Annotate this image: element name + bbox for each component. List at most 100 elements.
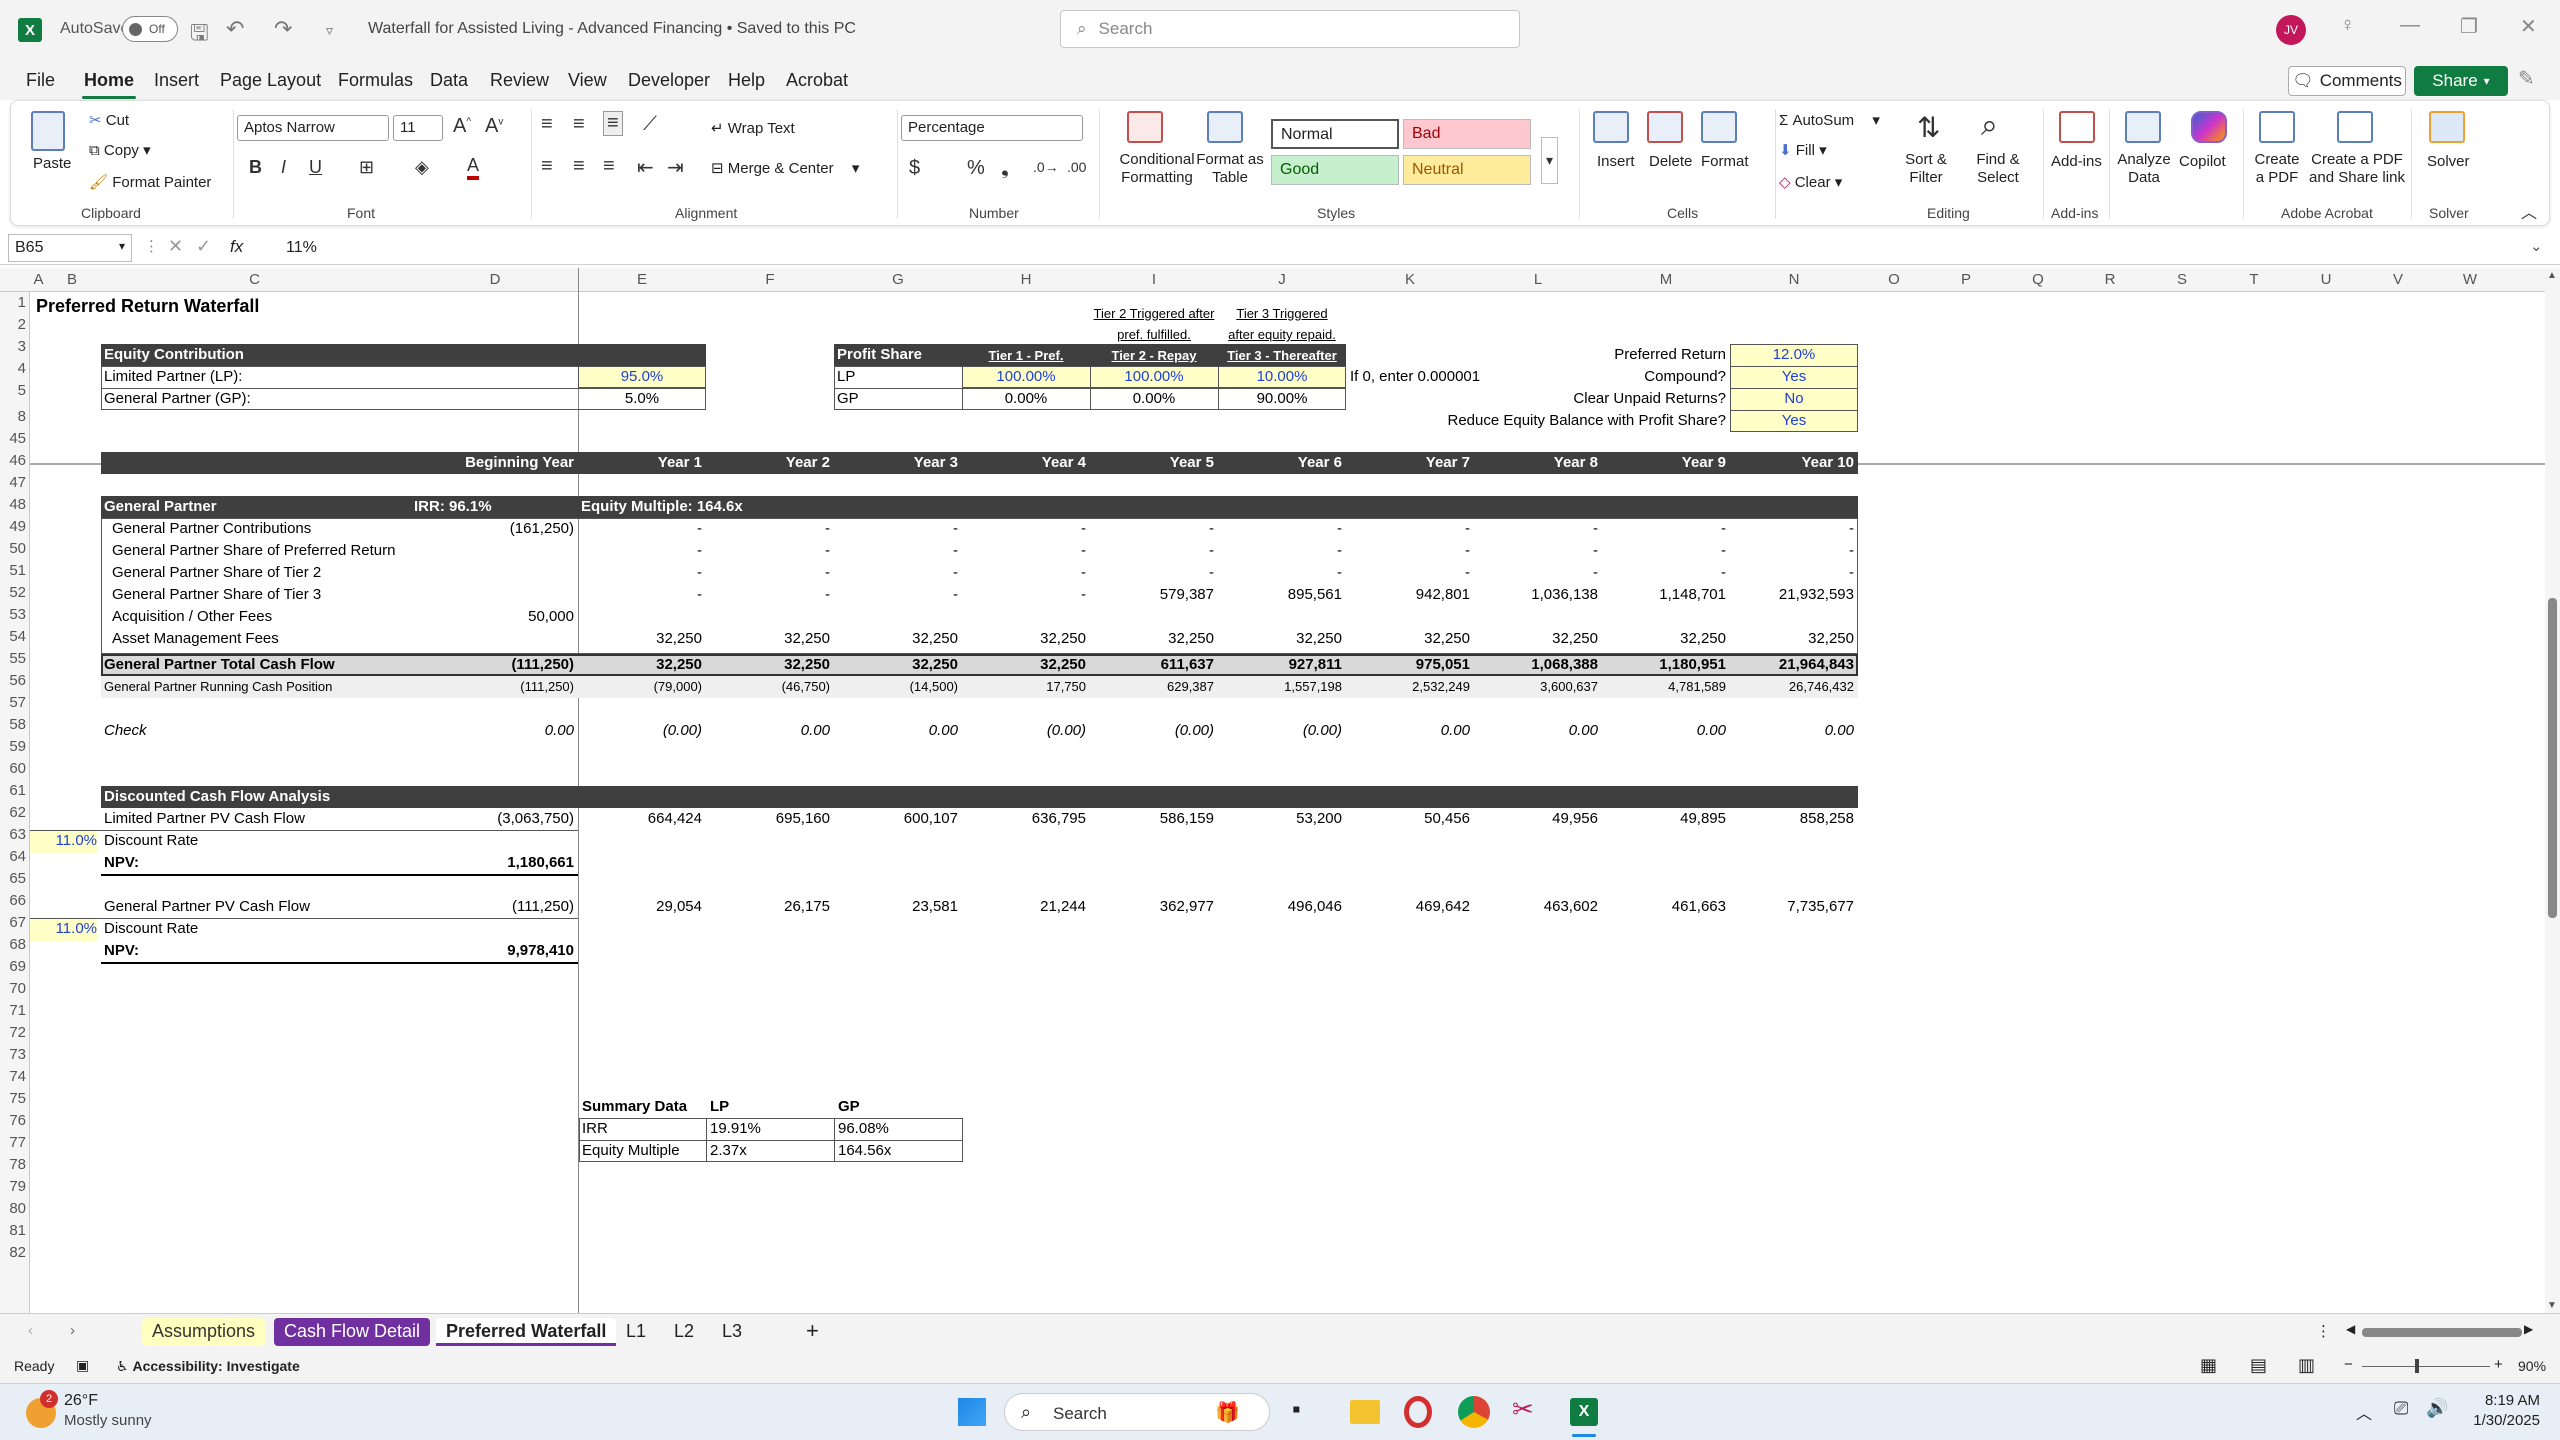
year-header[interactable]: Year 10: [1730, 453, 1854, 473]
font-color-icon[interactable]: A: [467, 155, 480, 180]
gp-row-value[interactable]: 32,250: [578, 629, 702, 649]
comma-style-icon[interactable]: ❟: [1001, 157, 1009, 180]
check-value[interactable]: 0.00: [1474, 721, 1598, 741]
gp-row-value[interactable]: -: [1090, 541, 1214, 561]
gp-row-value[interactable]: -: [962, 519, 1086, 539]
year-header[interactable]: Year 3: [834, 453, 958, 473]
tier2-note[interactable]: Tier 2 Triggered after: [1090, 304, 1218, 324]
row-header[interactable]: 3: [0, 338, 26, 355]
column-header[interactable]: K: [1346, 271, 1474, 288]
gp-row-label[interactable]: General Partner Contributions: [112, 519, 311, 539]
tab-assumptions[interactable]: Assumptions: [142, 1318, 266, 1346]
insert-button[interactable]: Insert: [1597, 153, 1635, 170]
align-middle-icon[interactable]: ≡: [573, 113, 585, 136]
row-header[interactable]: 2: [0, 316, 26, 333]
save-icon[interactable]: 🖫: [190, 16, 209, 54]
row-header[interactable]: 5: [0, 382, 26, 399]
scroll-down-icon[interactable]: ▼: [2547, 1300, 2557, 1311]
analyze-data-button[interactable]: Analyze Data: [2109, 151, 2179, 187]
column-header[interactable]: L: [1474, 271, 1602, 288]
create-pdf-button[interactable]: Create a PDF: [2245, 151, 2309, 187]
vertical-scrollbar[interactable]: ▲ ▼: [2545, 268, 2560, 1313]
gp-row-value[interactable]: -: [1346, 519, 1470, 539]
network-icon[interactable]: ⎚: [2394, 1398, 2408, 1419]
gp-pv-value[interactable]: 463,602: [1474, 897, 1598, 917]
gp-row-value[interactable]: -: [1474, 519, 1598, 539]
gp-header[interactable]: General Partner: [104, 497, 217, 517]
row-header[interactable]: 70: [0, 980, 26, 997]
row-header[interactable]: 60: [0, 760, 26, 777]
tab-l1[interactable]: L1: [616, 1318, 656, 1346]
row-header[interactable]: 1: [0, 294, 26, 311]
column-header[interactable]: J: [1218, 271, 1346, 288]
align-right-icon[interactable]: ≡: [603, 155, 615, 178]
gp-pv-value[interactable]: 23,581: [834, 897, 958, 917]
formula-input[interactable]: 11%: [286, 239, 317, 257]
column-header[interactable]: T: [2218, 271, 2290, 288]
cancel-icon[interactable]: ✕: [168, 236, 183, 257]
row-header[interactable]: 68: [0, 936, 26, 953]
gp-pv-value[interactable]: 496,046: [1218, 897, 1342, 917]
column-header[interactable]: C: [97, 271, 412, 288]
tier2-note[interactable]: pref. fulfilled.: [1090, 325, 1218, 345]
task-view-icon[interactable]: ▪: [1292, 1396, 1301, 1424]
gp-row-value[interactable]: -: [1090, 563, 1214, 583]
gp-total-value[interactable]: 611,637: [1090, 655, 1214, 675]
gp-running-value[interactable]: 2,532,249: [1346, 677, 1470, 697]
gp-running-value[interactable]: 1,557,198: [1218, 677, 1342, 697]
dcf-header[interactable]: Discounted Cash Flow Analysis: [104, 787, 330, 807]
delete-cells-icon[interactable]: [1647, 111, 1683, 143]
gp-row-value[interactable]: 895,561: [1218, 585, 1342, 605]
check-value[interactable]: (0.00): [962, 721, 1086, 741]
font-size-combo[interactable]: 11: [393, 115, 443, 141]
close-icon[interactable]: ✕: [2520, 14, 2537, 39]
menu-view[interactable]: View: [568, 70, 607, 91]
gp-row-label[interactable]: Acquisition / Other Fees: [112, 607, 272, 627]
lp-pv-value[interactable]: (3,063,750): [412, 809, 574, 829]
column-header[interactable]: H: [962, 271, 1090, 288]
row-header[interactable]: 65: [0, 870, 26, 887]
reduce-equity-label[interactable]: Reduce Equity Balance with Profit Share?: [1400, 411, 1727, 431]
delete-button[interactable]: Delete: [1649, 153, 1692, 170]
increase-indent-icon[interactable]: ⇥: [667, 155, 684, 180]
summary-header[interactable]: Summary Data: [582, 1097, 687, 1117]
next-sheet-icon[interactable]: ›: [70, 1322, 75, 1339]
gp-row-value[interactable]: -: [578, 519, 702, 539]
sheet-title[interactable]: Preferred Return Waterfall: [36, 296, 259, 316]
gp-running-value[interactable]: (79,000): [578, 677, 702, 697]
copilot-button[interactable]: Copilot: [2179, 153, 2226, 170]
gp-pv-value[interactable]: 29,054: [578, 897, 702, 917]
gp-pv-value[interactable]: 7,735,677: [1730, 897, 1854, 917]
copy-button[interactable]: ⧉ Copy ▾: [89, 141, 151, 159]
copilot-icon[interactable]: [2191, 111, 2227, 143]
conditional-formatting-icon[interactable]: [1127, 111, 1163, 143]
ps-lp-tier3[interactable]: 10.00%: [1218, 367, 1346, 387]
page-layout-view-icon[interactable]: ▤: [2250, 1355, 2267, 1376]
column-header[interactable]: N: [1730, 271, 1858, 288]
zoom-slider-thumb[interactable]: [2415, 1359, 2419, 1373]
volume-icon[interactable]: 🔊: [2426, 1398, 2448, 1419]
find-select-icon[interactable]: ⌕: [1981, 109, 1998, 143]
row-header[interactable]: 61: [0, 782, 26, 799]
column-header[interactable]: A: [30, 271, 47, 288]
row-header[interactable]: 79: [0, 1178, 26, 1195]
row-header[interactable]: 72: [0, 1024, 26, 1041]
column-header[interactable]: M: [1602, 271, 1730, 288]
lp-pv-value[interactable]: 586,159: [1090, 809, 1214, 829]
row-header[interactable]: 63: [0, 826, 26, 843]
year-header[interactable]: Year 6: [1218, 453, 1342, 473]
discount-rate-1[interactable]: 11.0%: [30, 831, 97, 851]
row-header[interactable]: 8: [0, 408, 26, 425]
gp-total-value[interactable]: 927,811: [1218, 655, 1342, 675]
gp-total-value[interactable]: 32,250: [962, 655, 1086, 675]
row-header[interactable]: 80: [0, 1200, 26, 1217]
column-header[interactable]: D: [412, 271, 578, 288]
gp-running-value[interactable]: (46,750): [706, 677, 830, 697]
gp-pv-value[interactable]: 362,977: [1090, 897, 1214, 917]
zoom-level[interactable]: 90%: [2518, 1358, 2546, 1374]
fill-button[interactable]: ⬇ Fill ▾: [1779, 141, 1827, 159]
gp-row-value[interactable]: 1,036,138: [1474, 585, 1598, 605]
gp-row-value[interactable]: -: [962, 541, 1086, 561]
lp-pv-value[interactable]: 664,424: [578, 809, 702, 829]
restore-icon[interactable]: ❐: [2460, 14, 2478, 39]
